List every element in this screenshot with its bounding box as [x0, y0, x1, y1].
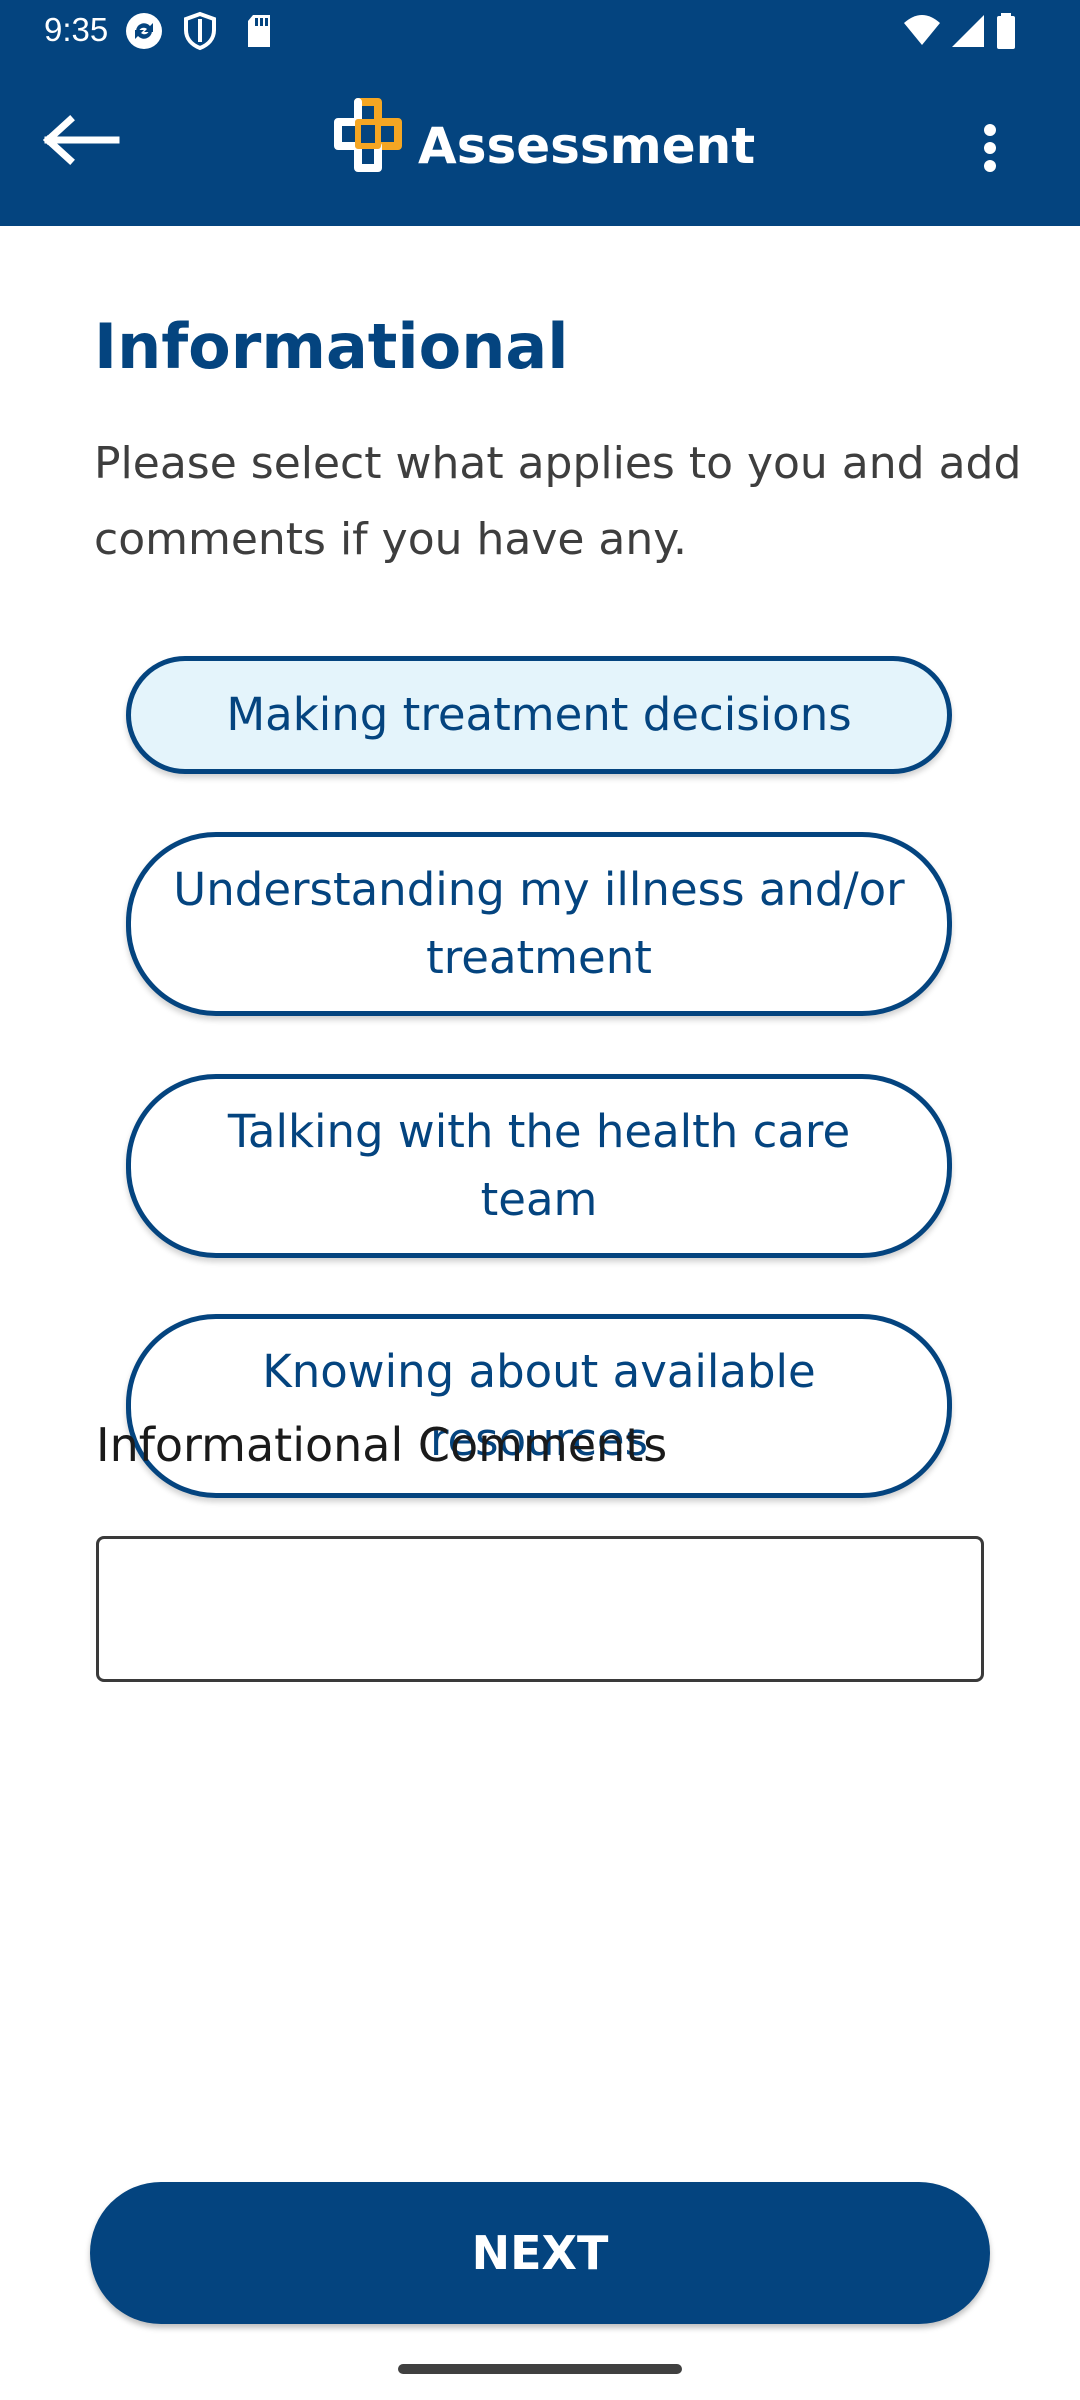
comments-label: Informational Comments — [96, 1418, 668, 1472]
back-button[interactable] — [36, 100, 136, 200]
page-title: Assessment — [418, 117, 756, 175]
sd-card-icon — [248, 15, 270, 47]
option-label: Understanding my illness and/or treatmen… — [173, 863, 905, 984]
section-title: Informational — [94, 310, 569, 383]
more-vertical-icon — [984, 124, 996, 172]
app-bar: Assessment — [0, 62, 1080, 226]
app-title-wrap: Assessment — [328, 96, 768, 196]
option-label: Talking with the health care team — [227, 1105, 851, 1226]
next-button[interactable]: NEXT — [90, 2182, 990, 2324]
medical-cross-logo — [334, 98, 402, 172]
battery-icon — [997, 13, 1015, 49]
status-bar: 9:35 — [0, 0, 1080, 62]
more-options-button[interactable] — [960, 98, 1020, 198]
arrow-left-icon — [43, 115, 120, 165]
sync-icon — [126, 13, 162, 49]
status-right-icons — [902, 11, 1042, 51]
option-talking-health-care-team[interactable]: Talking with the health care team — [126, 1074, 952, 1258]
wifi-icon — [904, 15, 940, 45]
instructions-text: Please select what applies to you and ad… — [94, 438, 1022, 565]
option-making-treatment-decisions[interactable]: Making treatment decisions — [126, 656, 952, 774]
signal-icon — [952, 15, 984, 47]
comments-input[interactable] — [96, 1536, 984, 1682]
home-indicator[interactable] — [398, 2364, 682, 2374]
shield-icon — [184, 11, 216, 51]
status-time: 9:35 — [44, 11, 109, 48]
option-label: Making treatment decisions — [226, 688, 852, 741]
option-understanding-illness[interactable]: Understanding my illness and/or treatmen… — [126, 832, 952, 1016]
